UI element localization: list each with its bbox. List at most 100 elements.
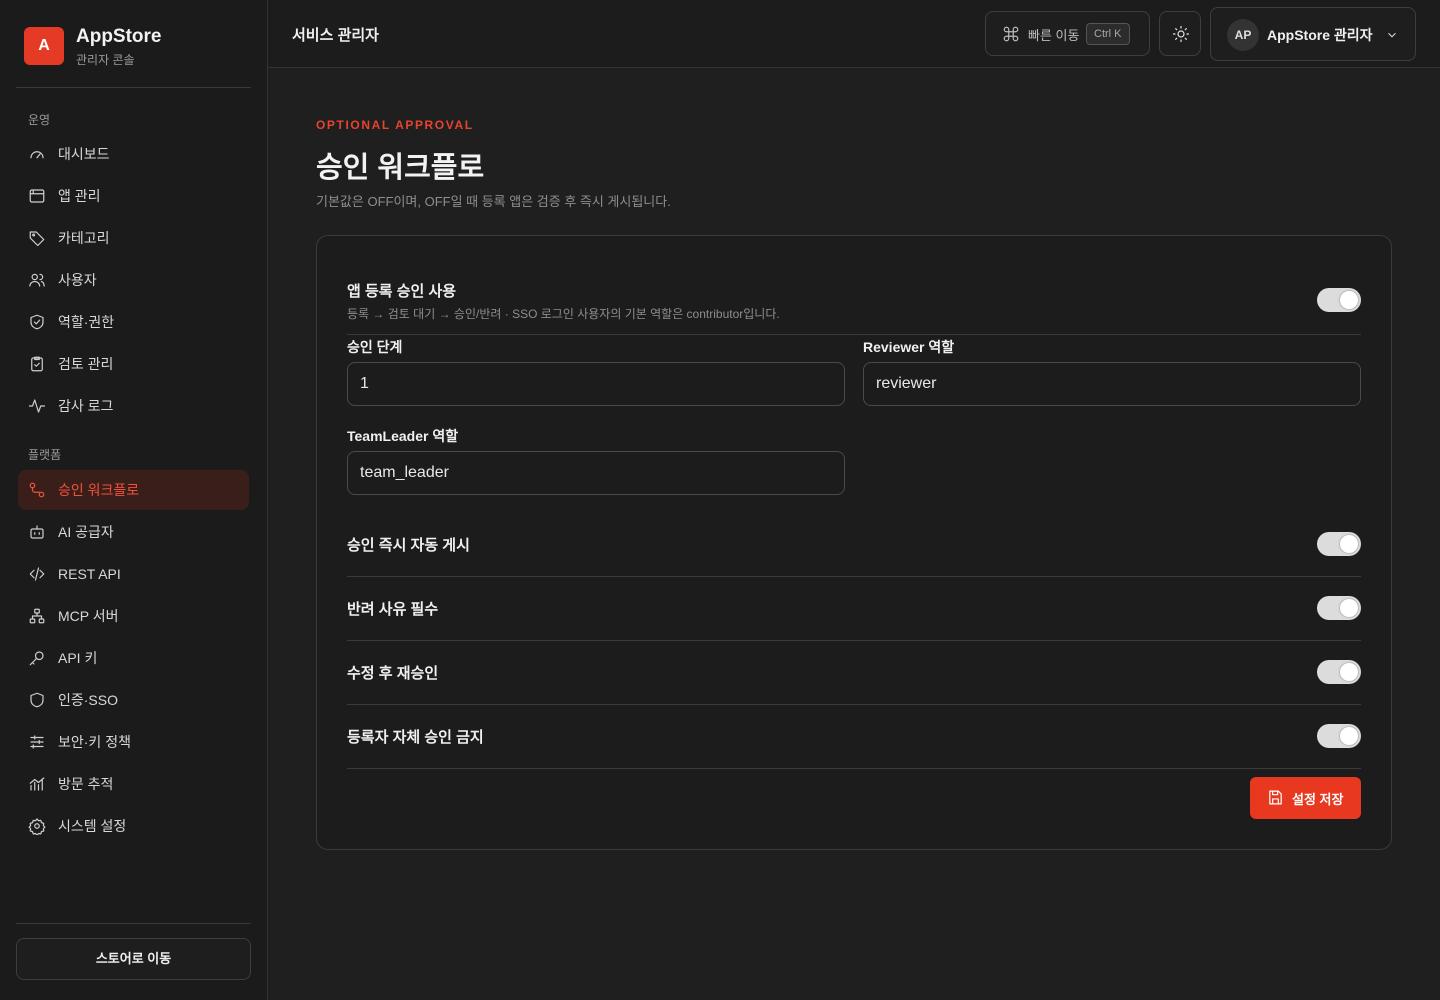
save-settings-button[interactable]: 설정 저장 xyxy=(1250,777,1361,819)
sidebar-item-label: 사용자 xyxy=(58,272,97,288)
code-icon xyxy=(28,565,46,583)
sidebar-item-label: 감사 로그 xyxy=(58,398,114,414)
bot-icon xyxy=(28,523,46,541)
quick-nav-label: 빠른 이동 xyxy=(1028,28,1080,43)
reapproval-toggle[interactable] xyxy=(1317,660,1361,684)
network-icon xyxy=(28,607,46,625)
sidebar-item-visit-tracking[interactable]: 방문 추적 xyxy=(18,764,249,804)
sidebar-item-api-keys[interactable]: API 키 xyxy=(18,638,249,678)
sidebar-divider xyxy=(16,87,251,88)
sidebar-item-label: 인증·SSO xyxy=(58,692,118,708)
sidebar-item-audit-log[interactable]: 감사 로그 xyxy=(18,386,249,426)
sidebar-item-label: REST API xyxy=(58,566,121,582)
workflow-icon xyxy=(28,481,46,499)
users-icon xyxy=(28,271,46,289)
rejection-reason-label: 반려 사유 필수 xyxy=(347,601,439,618)
brand[interactable]: A AppStore 관리자 콘솔 xyxy=(24,26,244,67)
page-eyebrow: OPTIONAL APPROVAL xyxy=(316,118,474,132)
approval-enabled-title: 앱 등록 승인 사용 xyxy=(347,283,457,300)
toggle-knob xyxy=(1340,599,1358,617)
header-title: 서비스 관리자 xyxy=(292,27,379,44)
sidebar-section-title: 플랫폼 xyxy=(28,448,62,462)
sidebar-item-dashboard[interactable]: 대시보드 xyxy=(18,134,249,174)
divider xyxy=(347,704,1361,705)
divider xyxy=(347,576,1361,577)
self-approval-toggle[interactable] xyxy=(1317,724,1361,748)
sidebar-item-label: 대시보드 xyxy=(58,146,110,162)
sidebar-item-approval-workflow[interactable]: 승인 워크플로 xyxy=(18,470,249,510)
reviewer-role-input[interactable] xyxy=(863,362,1361,406)
sun-icon xyxy=(1172,25,1190,43)
divider xyxy=(347,768,1361,769)
top-header: 서비스 관리자 빠른 이동 Ctrl K AP AppStore 관리자 xyxy=(268,0,1440,68)
sidebar-item-auth-sso[interactable]: 인증·SSO xyxy=(18,680,249,720)
sidebar-divider xyxy=(16,923,251,924)
sidebar-item-categories[interactable]: 카테고리 xyxy=(18,218,249,258)
rejection-reason-toggle[interactable] xyxy=(1317,596,1361,620)
sidebar-item-rest-api[interactable]: REST API xyxy=(18,554,249,594)
tag-icon xyxy=(28,229,46,247)
team-leader-role-label: TeamLeader 역할 xyxy=(347,428,459,444)
sidebar-item-label: 승인 워크플로 xyxy=(58,482,140,498)
theme-toggle-button[interactable] xyxy=(1159,11,1201,56)
sidebar-item-label: 방문 추적 xyxy=(58,776,114,792)
save-button-label: 설정 저장 xyxy=(1292,792,1344,807)
key-icon xyxy=(28,649,46,667)
window-icon xyxy=(28,187,46,205)
page-description: 기본값은 OFF이며, OFF일 때 등록 앱은 검증 후 즉시 게시됩니다. xyxy=(316,194,671,209)
clipboard-check-icon xyxy=(28,355,46,373)
sidebar-item-label: 보안·키 정책 xyxy=(58,734,131,750)
toggle-knob xyxy=(1340,535,1358,553)
avatar: AP xyxy=(1227,19,1259,51)
divider xyxy=(347,640,1361,641)
toggle-knob xyxy=(1340,727,1358,745)
settings-card: 앱 등록 승인 사용 등록 → 검토 대기 → 승인/반려 · SSO 로그인 … xyxy=(316,235,1392,850)
sidebar: A AppStore 관리자 콘솔 운영 대시보드 앱 관리 카테고리 사용자 … xyxy=(0,0,268,1000)
sidebar-item-label: API 키 xyxy=(58,650,98,666)
sliders-icon xyxy=(28,733,46,751)
save-icon xyxy=(1267,789,1284,806)
activity-icon xyxy=(28,397,46,415)
sidebar-item-label: AI 공급자 xyxy=(58,524,114,540)
auto-publish-label: 승인 즉시 자동 게시 xyxy=(347,537,470,554)
command-icon xyxy=(1002,25,1020,43)
shield-check-icon xyxy=(28,313,46,331)
toggle-knob xyxy=(1340,291,1358,309)
sidebar-item-label: 검토 관리 xyxy=(58,356,114,372)
brand-logo: A xyxy=(24,27,64,65)
reapproval-label: 수정 후 재승인 xyxy=(347,665,439,682)
sidebar-section-title: 운영 xyxy=(28,113,51,127)
sidebar-item-apps[interactable]: 앱 관리 xyxy=(18,176,249,216)
sidebar-item-system-settings[interactable]: 시스템 설정 xyxy=(18,806,249,846)
sidebar-item-label: 앱 관리 xyxy=(58,188,101,204)
go-to-store-button[interactable]: 스토어로 이동 xyxy=(16,938,251,980)
sidebar-item-roles[interactable]: 역할·권한 xyxy=(18,302,249,342)
approval-steps-input[interactable] xyxy=(347,362,845,406)
approval-enabled-description: 등록 → 검토 대기 → 승인/반려 · SSO 로그인 사용자의 기본 역할은… xyxy=(347,307,780,321)
user-menu-button[interactable]: AP AppStore 관리자 xyxy=(1210,7,1416,61)
sidebar-item-review[interactable]: 검토 관리 xyxy=(18,344,249,384)
approval-enabled-toggle[interactable] xyxy=(1317,288,1361,312)
sidebar-item-label: 카테고리 xyxy=(58,230,110,246)
auto-publish-toggle[interactable] xyxy=(1317,532,1361,556)
brand-name: AppStore xyxy=(76,26,162,47)
sidebar-item-security-policy[interactable]: 보안·키 정책 xyxy=(18,722,249,762)
shield-icon xyxy=(28,691,46,709)
gauge-icon xyxy=(28,145,46,163)
self-approval-label: 등록자 자체 승인 금지 xyxy=(347,729,484,746)
user-name: AppStore 관리자 xyxy=(1267,27,1373,43)
chart-icon xyxy=(28,775,46,793)
divider xyxy=(347,334,1361,335)
sidebar-item-ai-providers[interactable]: AI 공급자 xyxy=(18,512,249,552)
chevron-down-icon xyxy=(1385,28,1399,42)
sidebar-item-mcp-server[interactable]: MCP 서버 xyxy=(18,596,249,636)
quick-nav-button[interactable]: 빠른 이동 Ctrl K xyxy=(985,11,1150,56)
sidebar-item-label: 역할·권한 xyxy=(58,314,115,330)
sidebar-item-label: 시스템 설정 xyxy=(58,818,127,834)
team-leader-role-input[interactable] xyxy=(347,451,845,495)
page-title: 승인 워크플로 xyxy=(316,152,485,184)
toggle-knob xyxy=(1340,663,1358,681)
shortcut-badge: Ctrl K xyxy=(1086,23,1130,45)
sidebar-item-label: MCP 서버 xyxy=(58,608,119,624)
sidebar-item-users[interactable]: 사용자 xyxy=(18,260,249,300)
